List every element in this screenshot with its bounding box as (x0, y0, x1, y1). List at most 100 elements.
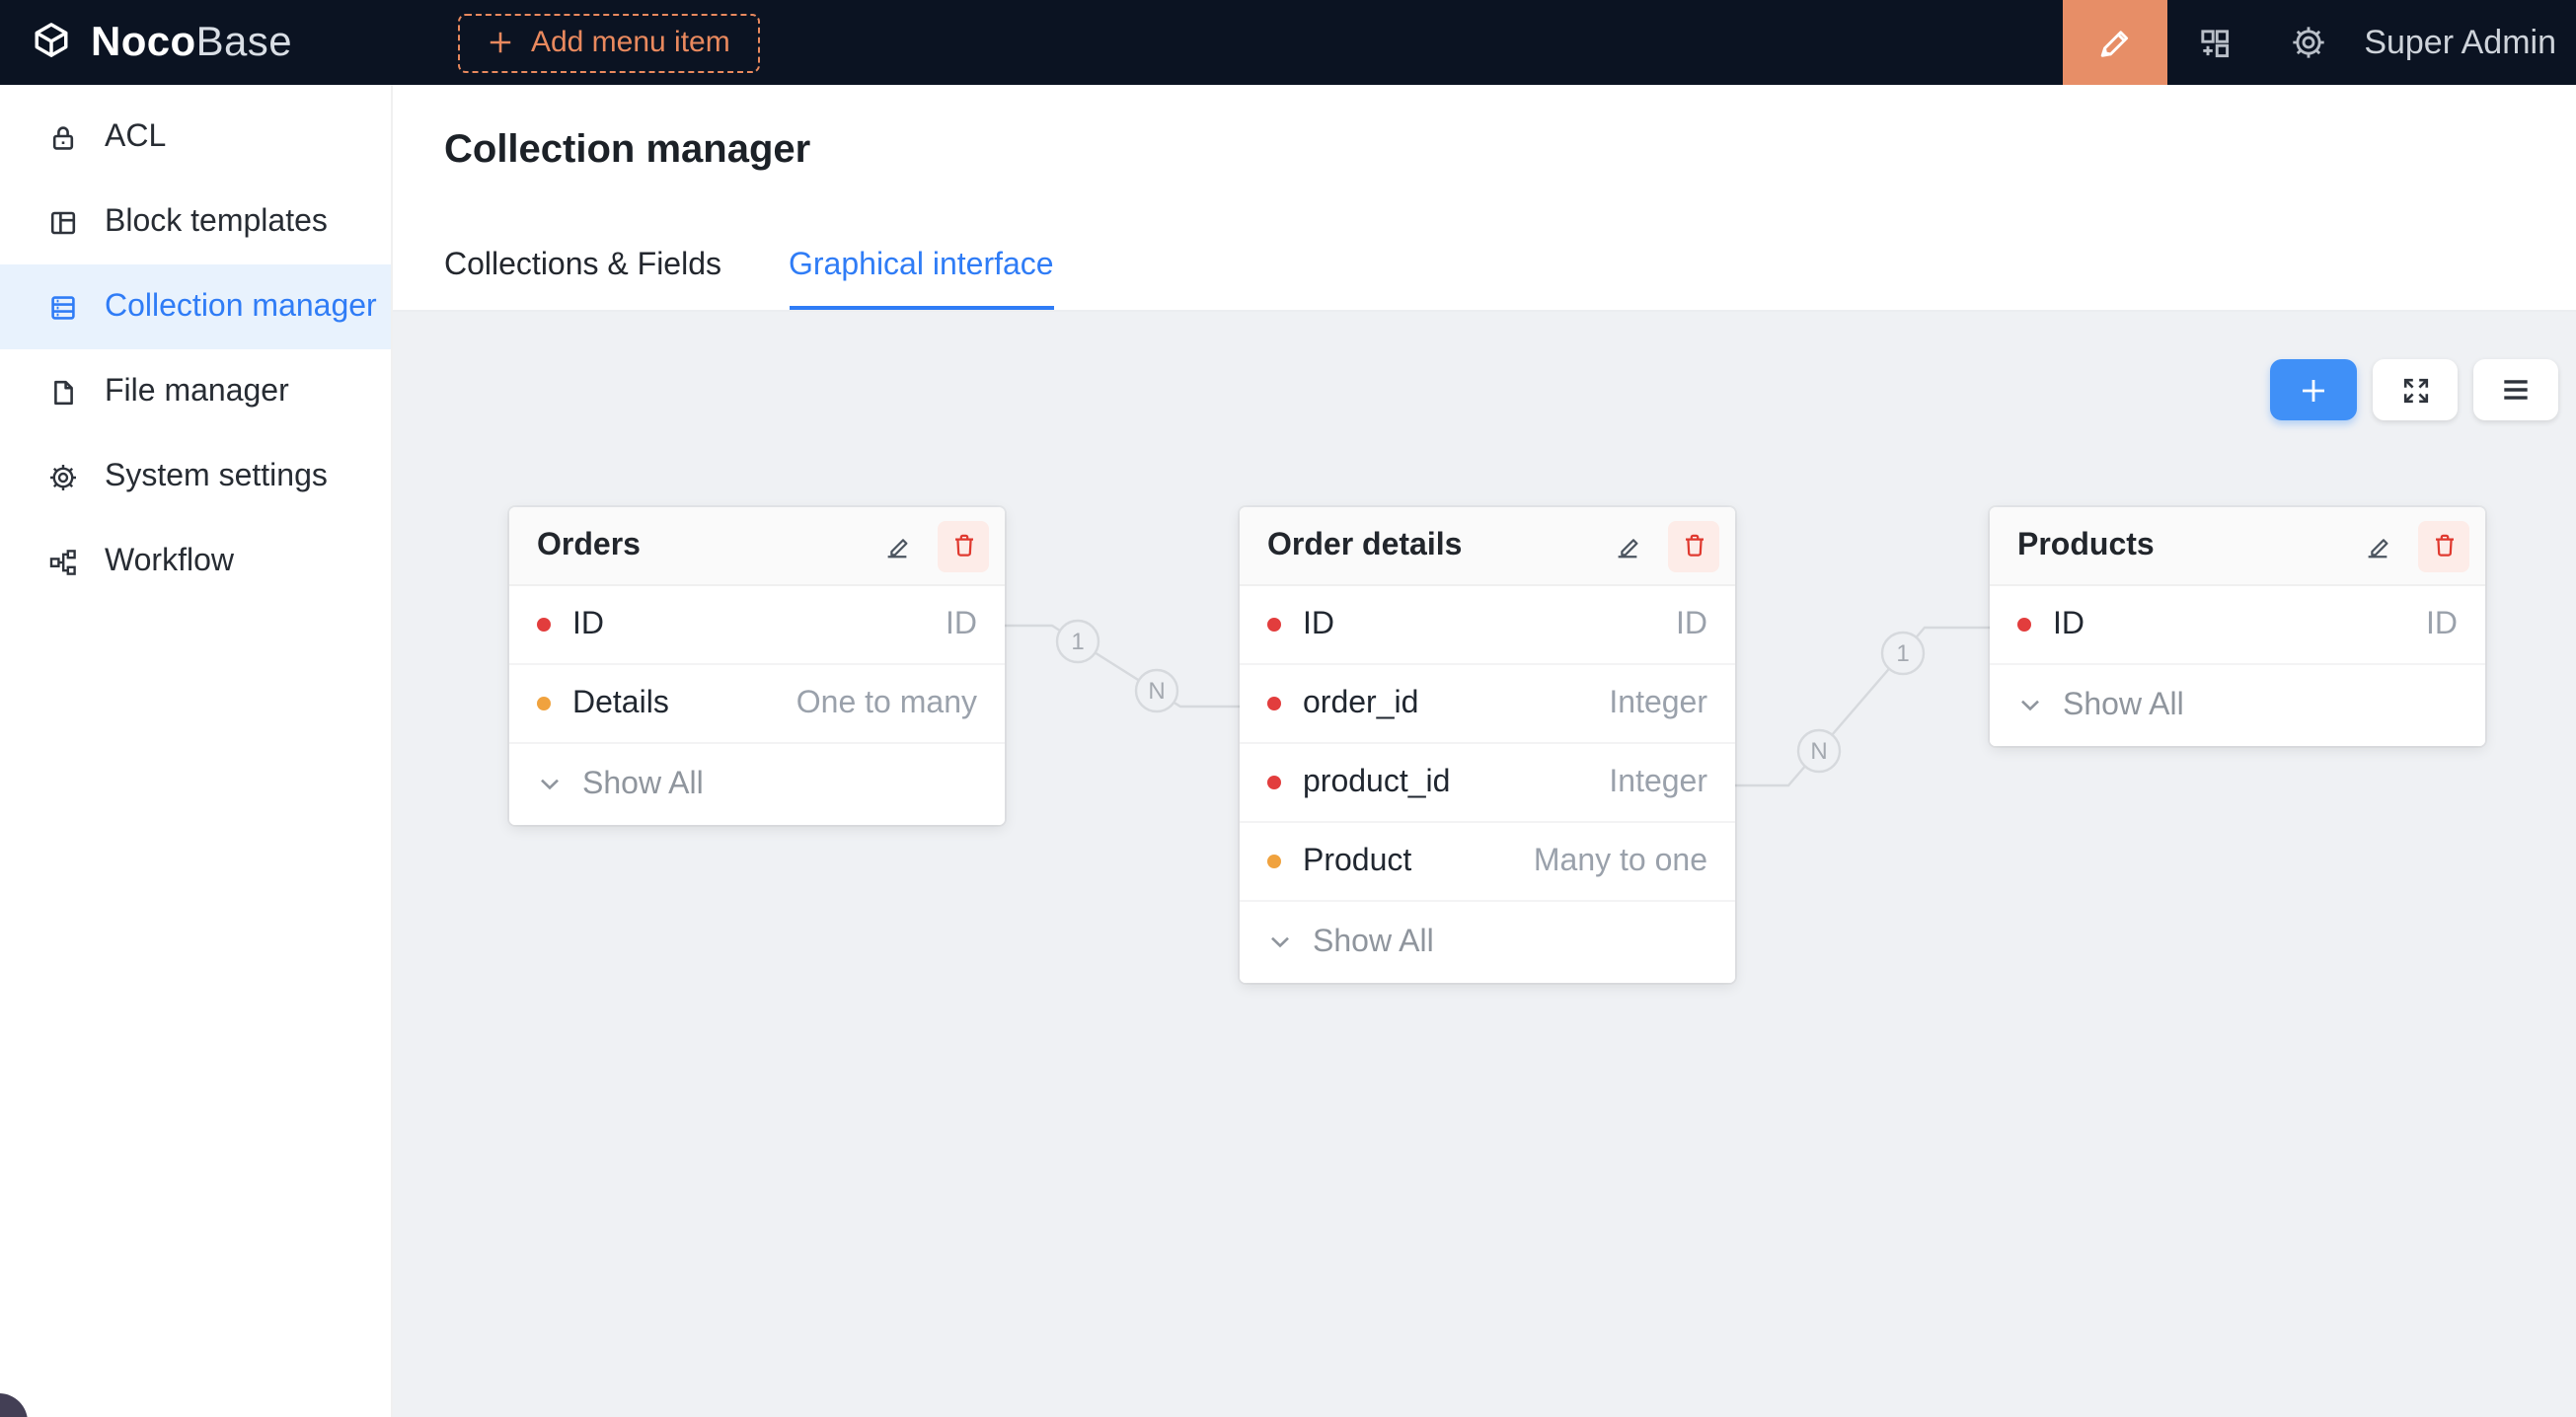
show-all-label: Show All (1313, 925, 1434, 960)
field-key-dot (2017, 618, 2031, 632)
field-key-dot (537, 618, 551, 632)
gear-icon (47, 461, 79, 492)
sidebar-item-collection-manager[interactable]: Collection manager (0, 264, 391, 349)
entity-title: Order details (1267, 528, 1601, 563)
fullscreen-icon (2399, 374, 2431, 406)
sidebar-item-acl[interactable]: ACL (0, 95, 391, 180)
field-row: order_id Integer (1240, 665, 1735, 744)
sidebar-item-label: Workflow (105, 544, 234, 579)
entity-header: Products (1990, 507, 2485, 586)
field-name: Details (572, 686, 669, 721)
show-all-label: Show All (582, 767, 704, 802)
field-type: One to many (796, 686, 977, 721)
chevron-down-icon (537, 772, 563, 797)
main-content: Collection manager Collections & Fields … (393, 85, 2576, 1417)
svg-text:N: N (1148, 678, 1165, 705)
field-type: Many to one (1534, 844, 1707, 879)
svg-text:N: N (1810, 738, 1827, 765)
relation-edge-orders-orderdetails: 1 N (1005, 621, 1240, 711)
collection-icon (47, 291, 79, 323)
user-menu[interactable]: Super Admin (2364, 23, 2556, 62)
entity-card-order-details[interactable]: Order details (1240, 507, 1735, 983)
field-row: ID ID (509, 586, 1005, 665)
trash-icon (1679, 531, 1708, 560)
sidebar-item-label: Block templates (105, 204, 328, 240)
entity-title: Orders (537, 528, 871, 563)
appstore-add-button[interactable] (2166, 0, 2261, 85)
show-all-button[interactable]: Show All (1240, 902, 1735, 983)
sidebar-item-file-manager[interactable]: File manager (0, 349, 391, 434)
show-all-button[interactable]: Show All (509, 744, 1005, 825)
field-key-dot (1267, 697, 1281, 710)
sidebar-item-block-templates[interactable]: Block templates (0, 180, 391, 264)
field-type: Integer (1609, 765, 1707, 800)
edit-collection-button[interactable] (871, 520, 922, 571)
field-row: ID ID (1240, 586, 1735, 665)
add-menu-item-label: Add menu item (531, 26, 730, 59)
page-title: Collection manager (444, 128, 810, 174)
appstore-add-icon (2196, 25, 2232, 60)
logo-text: NocoBase (91, 19, 292, 66)
delete-collection-button[interactable] (938, 520, 989, 571)
sidebar: ACL Block templates Collection manager (0, 85, 393, 1417)
field-row: ID ID (1990, 586, 2485, 665)
sidebar-item-system-settings[interactable]: System settings (0, 434, 391, 519)
edit-collection-button[interactable] (2351, 520, 2402, 571)
delete-collection-button[interactable] (1668, 520, 1719, 571)
canvas-toolbar (2270, 359, 2558, 420)
settings-button[interactable] (2261, 0, 2356, 85)
plus-icon (2298, 374, 2329, 406)
sidebar-item-workflow[interactable]: Workflow (0, 519, 391, 604)
sidebar-item-label: File manager (105, 374, 289, 410)
tab-graphical-interface[interactable]: Graphical interface (789, 249, 1054, 310)
field-type: ID (946, 607, 977, 642)
trash-icon (2429, 531, 2459, 560)
entity-card-products[interactable]: Products (1990, 507, 2485, 746)
field-row: Product Many to one (1240, 823, 1735, 902)
field-name: ID (572, 607, 604, 642)
field-row: product_id Integer (1240, 744, 1735, 823)
file-icon (47, 376, 79, 408)
show-all-button[interactable]: Show All (1990, 665, 2485, 746)
highlighter-icon (2095, 24, 2133, 61)
field-key-dot (1267, 618, 1281, 632)
relation-edge-orderdetails-products: N 1 (1735, 628, 1990, 785)
pen-icon (2362, 531, 2391, 560)
tab-collections-and-fields[interactable]: Collections & Fields (444, 249, 721, 310)
chevron-down-icon (1267, 930, 1293, 955)
field-name: product_id (1303, 765, 1450, 800)
nocobase-cube-icon (26, 17, 77, 68)
entity-header: Order details (1240, 507, 1735, 586)
topbar-right: Super Admin (2062, 0, 2576, 85)
svg-text:1: 1 (1896, 640, 1909, 667)
sidebar-item-label: ACL (105, 119, 166, 155)
field-name: Product (1303, 844, 1411, 879)
add-menu-item-button[interactable]: Add menu item (458, 13, 760, 72)
field-key-dot (1267, 855, 1281, 868)
svg-text:1: 1 (1071, 629, 1084, 655)
field-key-dot (537, 697, 551, 710)
field-key-dot (1267, 776, 1281, 789)
fullscreen-button[interactable] (2373, 359, 2458, 420)
top-header: NocoBase Add menu item (0, 0, 2576, 85)
sidebar-item-label: System settings (105, 459, 328, 494)
sidebar-item-label: Collection manager (105, 289, 377, 325)
collection-list-menu-button[interactable] (2473, 359, 2558, 420)
er-diagram-canvas[interactable]: 1 N N 1 (393, 312, 2576, 1417)
pen-icon (1612, 531, 1641, 560)
workflow-icon (47, 546, 79, 577)
add-collection-button[interactable] (2270, 359, 2357, 420)
plugin-manager-button[interactable] (2062, 0, 2166, 85)
pen-icon (881, 531, 911, 560)
entity-card-orders[interactable]: Orders (509, 507, 1005, 825)
field-name: ID (1303, 607, 1334, 642)
delete-collection-button[interactable] (2418, 520, 2469, 571)
field-type: Integer (1609, 686, 1707, 721)
edit-collection-button[interactable] (1601, 520, 1652, 571)
field-type: ID (1676, 607, 1707, 642)
app-window: NocoBase Add menu item (0, 0, 2576, 1417)
field-name: ID (2053, 607, 2084, 642)
chevron-down-icon (2017, 693, 2043, 718)
entity-title: Products (2017, 528, 2351, 563)
show-all-label: Show All (2063, 688, 2184, 723)
